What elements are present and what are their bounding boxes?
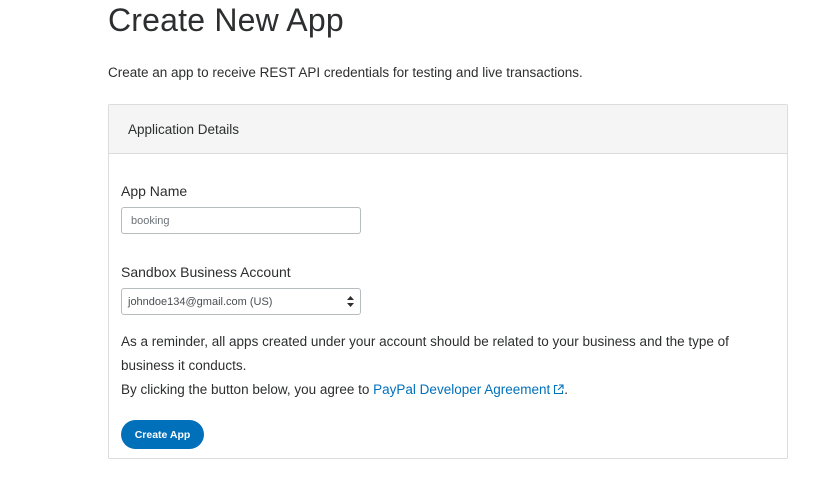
create-app-page: Create New App Create an app to receive …: [0, 0, 824, 481]
page-title: Create New App: [108, 2, 344, 38]
sandbox-account-selected-value: johndoe134@gmail.com (US): [128, 295, 273, 308]
developer-agreement-link[interactable]: PayPal Developer Agreement: [373, 382, 564, 397]
create-app-button[interactable]: Create App: [121, 420, 204, 449]
sandbox-account-label: Sandbox Business Account: [121, 264, 291, 280]
external-link-icon: [553, 379, 564, 403]
reminder-text: As a reminder, all apps created under yo…: [121, 334, 729, 373]
agreement-prefix: By clicking the button below, you agree …: [121, 382, 374, 397]
agreement-text: By clicking the button below, you agree …: [121, 378, 568, 403]
select-arrows-icon: [347, 296, 354, 307]
developer-agreement-link-label: PayPal Developer Agreement: [373, 382, 551, 397]
page-subtitle: Create an app to receive REST API creden…: [108, 65, 583, 80]
card-header: Application Details: [109, 105, 787, 154]
sandbox-account-select[interactable]: johndoe134@gmail.com (US): [121, 288, 361, 315]
app-name-input[interactable]: [121, 207, 361, 234]
card-header-title: Application Details: [128, 121, 240, 137]
app-name-label: App Name: [121, 183, 188, 199]
application-details-card: Application Details App Name Sandbox Bus…: [108, 104, 788, 459]
agreement-suffix: .: [564, 382, 569, 397]
